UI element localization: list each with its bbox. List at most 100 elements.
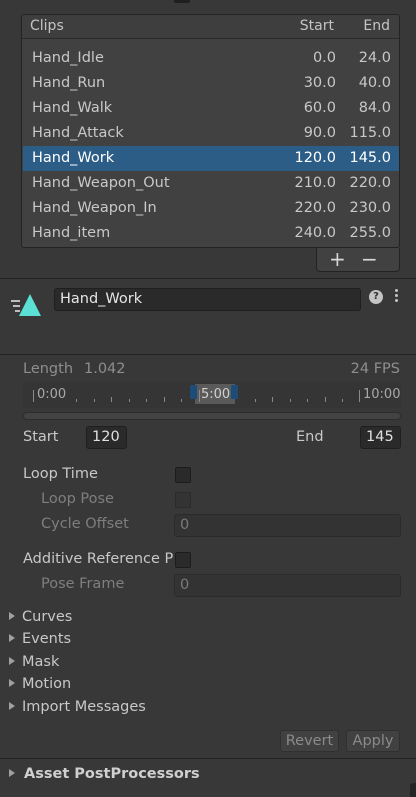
clip-row[interactable]: Hand_Weapon_In 220.0 230.0	[23, 196, 399, 221]
clip-name: Hand_item	[32, 225, 111, 241]
foldout-arrow-icon	[9, 679, 15, 687]
end-frame-field[interactable]: 145	[360, 426, 401, 449]
foldout-arrow-icon	[9, 634, 15, 642]
foldout-label: Mask	[22, 654, 60, 670]
foldout-label: Events	[22, 631, 72, 647]
clip-end: 115.0	[349, 125, 391, 141]
top-strip	[0, 0, 416, 6]
timeline-scrollbar[interactable]	[23, 412, 401, 420]
additive-reference-pose-label: Additive Reference P	[23, 551, 174, 567]
ruler-label-start: 0:00	[37, 387, 67, 402]
clips-list-footer: + −	[316, 248, 400, 272]
pose-frame-field[interactable]: 0	[174, 574, 401, 597]
ruler-tick	[164, 397, 165, 402]
ruler-tick	[33, 390, 34, 402]
length-value: 1.042	[84, 361, 126, 377]
foldout-arrow-icon	[9, 702, 15, 710]
foldout-import-messages[interactable]: Import Messages	[9, 699, 146, 715]
clip-row-selected[interactable]: Hand_Work 120.0 145.0	[23, 146, 399, 171]
clip-start: 30.0	[303, 75, 336, 91]
foldout-label: Asset PostProcessors	[24, 766, 200, 782]
apply-button[interactable]: Apply	[346, 730, 400, 752]
clip-row[interactable]: Hand_item 240.0 255.0	[23, 221, 399, 246]
clip-name: Hand_Attack	[32, 125, 124, 141]
loop-time-label: Loop Time	[23, 466, 98, 482]
additive-reference-pose-checkbox[interactable]	[175, 552, 191, 568]
clip-name: Hand_Run	[32, 75, 106, 91]
clip-end: 255.0	[349, 225, 391, 241]
start-column-header: Start	[299, 18, 334, 34]
ruler-tick	[307, 399, 308, 402]
end-column-header: End	[363, 18, 390, 34]
timeline-ruler[interactable]: 0:00 5:00 10:00	[23, 382, 401, 408]
clip-name: Hand_Weapon_Out	[32, 175, 170, 191]
clip-name: Hand_Weapon_In	[32, 200, 157, 216]
ruler-tick	[255, 399, 256, 402]
clip-row[interactable]: Hand_Idle 0.0 24.0	[23, 46, 399, 71]
clip-name: Hand_Idle	[32, 50, 104, 66]
animation-clip-icon	[10, 290, 44, 320]
foldout-motion[interactable]: Motion	[9, 676, 71, 692]
clip-name: Hand_Walk	[32, 100, 113, 116]
clip-end: 24.0	[358, 50, 391, 66]
clip-end: 40.0	[358, 75, 391, 91]
foldout-mask[interactable]: Mask	[9, 654, 59, 670]
ruler-tick	[181, 399, 182, 402]
clip-start: 210.0	[294, 175, 336, 191]
remove-clip-button[interactable]: −	[361, 248, 378, 270]
clip-start: 90.0	[303, 125, 336, 141]
cycle-offset-field[interactable]: 0	[174, 514, 401, 537]
add-clip-button[interactable]: +	[329, 248, 346, 270]
clip-row[interactable]: Hand_Walk 60.0 84.0	[23, 96, 399, 121]
ruler-tick	[342, 399, 343, 402]
clips-column-header: Clips	[30, 18, 64, 34]
clip-start: 240.0	[294, 225, 336, 241]
cycle-offset-label: Cycle Offset	[41, 516, 129, 532]
loop-pose-label: Loop Pose	[41, 491, 114, 507]
clip-end: 230.0	[349, 200, 391, 216]
end-label: End	[296, 429, 324, 445]
ruler-label-end: 10:00	[363, 387, 401, 402]
range-start-handle[interactable]	[190, 385, 197, 399]
clip-start: 220.0	[294, 200, 336, 216]
help-icon[interactable]: ?	[369, 290, 383, 304]
more-options-icon[interactable]	[391, 289, 401, 305]
foldout-label: Curves	[22, 609, 73, 625]
foldout-label: Import Messages	[22, 699, 146, 715]
foldout-arrow-icon	[9, 657, 15, 665]
start-label: Start	[23, 429, 59, 445]
clip-row[interactable]: Hand_Run 30.0 40.0	[23, 71, 399, 96]
ruler-tick	[111, 397, 112, 402]
clip-end: 145.0	[349, 150, 391, 166]
clip-start: 0.0	[312, 50, 336, 66]
foldout-curves[interactable]: Curves	[9, 609, 72, 625]
range-end-handle[interactable]	[231, 385, 238, 399]
resize-handle[interactable]	[410, 783, 416, 797]
ruler-tick	[146, 399, 147, 402]
ruler-tick	[290, 399, 291, 402]
fps-label: 24 FPS	[350, 361, 400, 377]
pose-frame-label: Pose Frame	[41, 576, 125, 592]
foldout-events[interactable]: Events	[9, 631, 71, 647]
foldout-label: Motion	[22, 676, 72, 692]
clips-list: Clips Start End Hand_Idle 0.0 24.0 Hand_…	[21, 14, 400, 248]
ruler-tick	[76, 399, 77, 402]
ruler-tick	[129, 399, 130, 402]
ruler-tick	[199, 390, 200, 402]
clip-row[interactable]: Hand_Weapon_Out 210.0 220.0	[23, 171, 399, 196]
revert-button[interactable]: Revert	[280, 730, 339, 752]
foldout-asset-postprocessors[interactable]: Asset PostProcessors	[9, 766, 200, 782]
section-divider	[0, 278, 416, 279]
clips-list-header: Clips Start End	[22, 15, 399, 39]
clip-start: 60.0	[303, 100, 336, 116]
ruler-tick	[94, 399, 95, 402]
clip-end: 220.0	[349, 175, 391, 191]
loop-pose-checkbox[interactable]	[175, 492, 191, 508]
clip-end: 84.0	[358, 100, 391, 116]
foldout-arrow-icon	[9, 612, 15, 620]
loop-time-checkbox[interactable]	[175, 467, 191, 483]
start-frame-field[interactable]: 120	[86, 426, 127, 449]
ruler-tick	[359, 390, 360, 402]
clip-row[interactable]: Hand_Attack 90.0 115.0	[23, 121, 399, 146]
clip-name-field[interactable]: Hand_Work	[54, 288, 361, 311]
